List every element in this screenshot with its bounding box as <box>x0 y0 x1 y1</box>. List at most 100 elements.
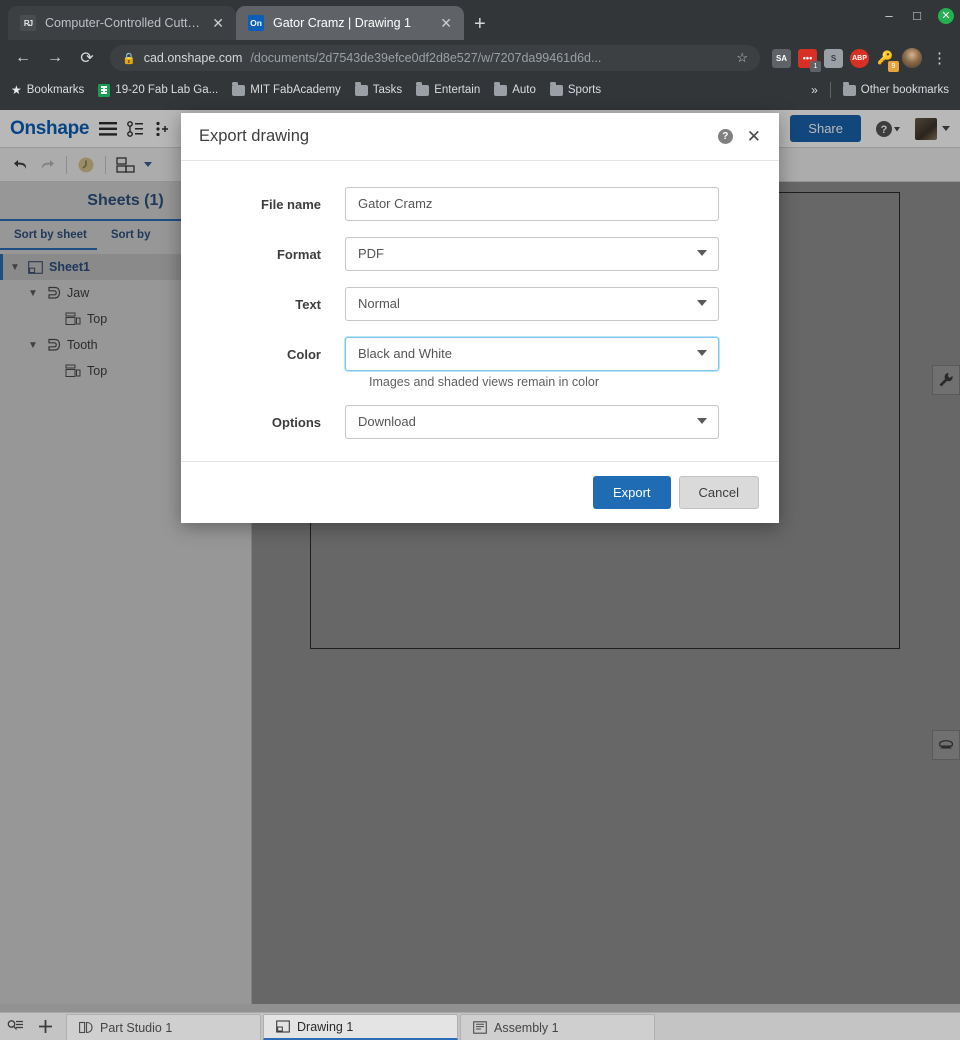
assembly-icon <box>473 1021 487 1034</box>
lock-icon: 🔒 <box>122 52 136 65</box>
tab-title: Gator Cramz | Drawing 1 <box>273 16 412 30</box>
bookmark-item-sports[interactable]: Sports <box>549 82 602 96</box>
bookmark-label: 19-20 Fab Lab Ga... <box>115 84 219 96</box>
onshape-icon: On <box>248 15 264 31</box>
close-window-button[interactable]: ✕ <box>938 8 954 24</box>
part-studio-icon <box>79 1021 93 1034</box>
field-label: Text <box>295 296 321 312</box>
color-select[interactable]: Black and White <box>345 337 719 371</box>
tab-assembly-1[interactable]: Assembly 1 <box>460 1014 655 1040</box>
bookmarks-label: Bookmarks <box>26 84 85 96</box>
bookmark-label: Entertain <box>434 84 481 96</box>
field-file-name: File name Gator Cramz <box>201 187 719 221</box>
url-path: /documents/2d7543de39efce0df2d8e527/w/72… <box>250 51 602 65</box>
help-icon[interactable]: ? <box>717 129 733 144</box>
browser-tab-1[interactable]: RJ Computer-Controlled Cutting ✕ <box>8 6 236 40</box>
chevron-down-icon <box>697 350 707 356</box>
bookmark-item-sheets[interactable]: 19-20 Fab Lab Ga... <box>98 83 219 97</box>
forward-icon[interactable]: → <box>42 45 68 71</box>
dialog-footer: Export Cancel <box>181 461 779 523</box>
divider <box>829 82 831 98</box>
bookmarks-bar: ★ Bookmarks 19-20 Fab Lab Ga... MIT FabA… <box>0 76 960 104</box>
document-tab-bar: Part Studio 1 Drawing 1 Assembly 1 <box>0 1012 960 1040</box>
dialog-title: Export drawing <box>199 127 310 145</box>
star-icon: ★ <box>11 83 22 97</box>
field-label: Options <box>271 414 321 430</box>
color-note: Images and shaded views remain in color <box>369 375 599 389</box>
s-extension-icon[interactable]: S <box>824 48 843 68</box>
folder-icon <box>354 82 368 96</box>
field-label: Color <box>287 346 321 362</box>
tab-label: Drawing 1 <box>297 1019 354 1034</box>
minimize-button[interactable]: – <box>882 9 896 23</box>
tab-part-studio-1[interactable]: Part Studio 1 <box>66 1014 261 1040</box>
extension-badge: 1 <box>810 60 821 72</box>
close-icon[interactable]: ✕ <box>747 128 761 145</box>
bookmark-item-tasks[interactable]: Tasks <box>354 82 403 96</box>
field-color: Color Black and White <box>201 337 719 371</box>
bookmarks-overflow-icon[interactable]: » <box>811 83 818 97</box>
other-bookmarks-item[interactable]: Other bookmarks <box>842 82 949 96</box>
bookmark-label: MIT FabAcademy <box>250 84 341 96</box>
dialog-header: Export drawing ? ✕ <box>181 113 779 161</box>
bookmark-item-entertain[interactable]: Entertain <box>416 82 481 96</box>
extension-badge: 9 <box>888 60 899 72</box>
field-format: Format PDF <box>201 237 719 271</box>
chevron-down-icon <box>697 418 707 424</box>
export-button[interactable]: Export <box>592 476 671 509</box>
field-label: Format <box>276 246 321 262</box>
new-tab-button[interactable]: + <box>464 14 496 40</box>
bookmark-star-icon[interactable]: ☆ <box>736 50 748 66</box>
password-extension-icon[interactable]: 🔑 9 <box>876 49 899 72</box>
text-select[interactable]: Normal <box>345 287 719 321</box>
tab-label: Assembly 1 <box>494 1020 559 1035</box>
bookmark-label: Sports <box>567 84 602 96</box>
options-select[interactable]: Download <box>345 405 719 439</box>
back-icon[interactable]: ← <box>10 45 36 71</box>
tab-search-icon[interactable] <box>0 1012 30 1040</box>
drawing-icon <box>276 1020 290 1033</box>
dialog-body: File name Gator Cramz Format PDF Text No… <box>181 161 779 461</box>
bookmark-item-fabacademy[interactable]: MIT FabAcademy <box>232 82 341 96</box>
file-name-input[interactable]: Gator Cramz <box>345 187 719 221</box>
tab-close-icon[interactable]: ✕ <box>438 16 454 30</box>
other-bookmarks-label: Other bookmarks <box>860 84 949 96</box>
tab-label: Part Studio 1 <box>100 1020 173 1035</box>
address-bar[interactable]: 🔒 cad.onshape.com/documents/2d7543de39ef… <box>110 45 760 71</box>
onshape-app: Onshape Gator Cramz Main Share ? <box>0 110 960 1040</box>
tab-close-icon[interactable]: ✕ <box>210 16 226 30</box>
tab-strip: RJ Computer-Controlled Cutting ✕ On Gato… <box>0 0 960 40</box>
folder-icon <box>842 82 856 96</box>
notification-extension-icon[interactable]: ••• 1 <box>798 48 821 72</box>
adblock-extension-icon[interactable]: ABP <box>850 48 869 68</box>
google-sheets-icon <box>98 83 111 97</box>
add-tab-icon[interactable] <box>30 1012 60 1040</box>
field-text: Text Normal <box>201 287 719 321</box>
window-controls: – □ ✕ <box>882 8 954 24</box>
doc-icon: RJ <box>20 15 36 31</box>
sa-extension-icon[interactable]: SA <box>772 48 791 68</box>
chevron-down-icon <box>697 300 707 306</box>
tab-drawing-1[interactable]: Drawing 1 <box>263 1014 458 1040</box>
profile-avatar[interactable] <box>902 48 922 68</box>
bookmark-item-auto[interactable]: Auto <box>494 82 536 96</box>
browser-tab-2[interactable]: On Gator Cramz | Drawing 1 ✕ <box>236 6 464 40</box>
export-drawing-dialog: Export drawing ? ✕ File name Gator Cramz… <box>181 113 779 523</box>
reload-icon[interactable]: ⟳ <box>74 45 100 71</box>
extensions-bar: SA ••• 1 S ABP 🔑 9 ⋮ <box>766 48 950 72</box>
url-host: cad.onshape.com <box>143 51 243 65</box>
chevron-down-icon <box>697 250 707 256</box>
maximize-button[interactable]: □ <box>910 9 924 23</box>
browser-chrome: RJ Computer-Controlled Cutting ✕ On Gato… <box>0 0 960 110</box>
folder-icon <box>416 82 430 96</box>
folder-icon <box>494 82 508 96</box>
folder-icon <box>232 82 246 96</box>
bookmarks-label-item[interactable]: ★ Bookmarks <box>11 83 84 97</box>
field-label: File name <box>261 196 321 212</box>
kebab-menu-icon[interactable]: ⋮ <box>929 49 950 67</box>
navigation-bar: ← → ⟳ 🔒 cad.onshape.com/documents/2d7543… <box>0 40 960 76</box>
cancel-button[interactable]: Cancel <box>678 476 759 509</box>
format-select[interactable]: PDF <box>345 237 719 271</box>
tab-title: Computer-Controlled Cutting <box>45 16 202 30</box>
bookmark-label: Tasks <box>372 84 403 96</box>
